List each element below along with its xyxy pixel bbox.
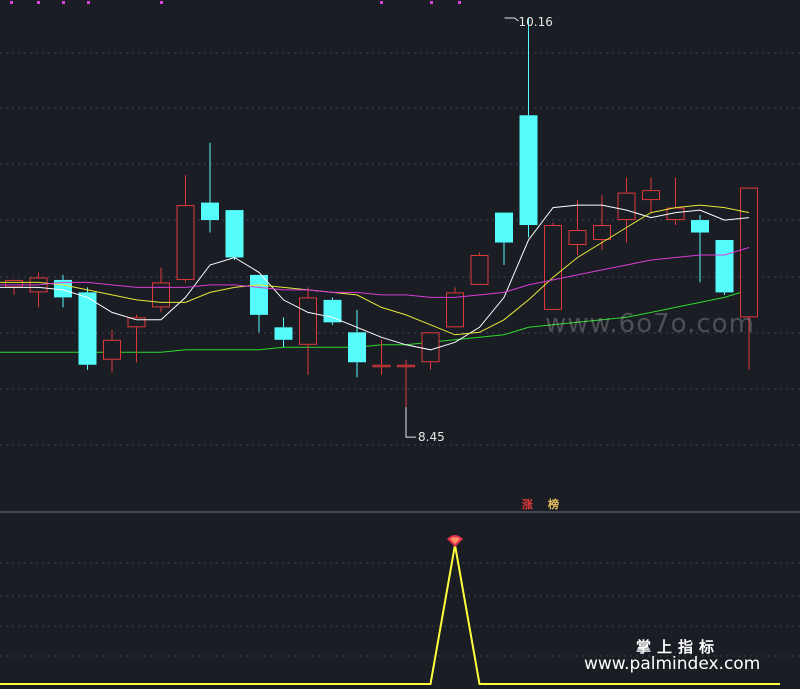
candle <box>201 142 219 233</box>
candle <box>470 252 489 285</box>
top-marker <box>430 1 433 4</box>
candle <box>544 222 562 310</box>
candle-body <box>152 282 170 308</box>
candle <box>274 317 293 348</box>
candle-body <box>127 317 146 328</box>
candle <box>495 212 513 265</box>
candle-body <box>201 202 219 221</box>
candle <box>78 287 97 370</box>
candle-body <box>421 332 440 363</box>
candle <box>421 332 440 370</box>
candle-body <box>348 332 366 363</box>
top-marker <box>10 1 13 4</box>
candle <box>740 187 758 370</box>
top-marker <box>87 1 90 4</box>
candle <box>299 287 317 375</box>
tag-bang: 榜 <box>546 497 560 511</box>
tag-zhang: 涨 <box>520 497 534 511</box>
high-annotation: 10.16 <box>504 15 553 29</box>
candle <box>397 359 415 408</box>
candle-body <box>274 327 293 340</box>
footer-url: www.palmindex.com <box>584 654 760 674</box>
candle <box>519 17 538 238</box>
candle <box>29 272 48 308</box>
top-marker <box>62 1 65 4</box>
candle <box>446 287 464 328</box>
stock-chart: www.6o7o.com 10.16 8.45 涨 榜 掌上指标 www.pal… <box>0 1 800 685</box>
candle <box>152 267 170 313</box>
candle-body <box>176 205 195 280</box>
candle <box>250 274 268 333</box>
candle-body <box>495 212 513 243</box>
top-marker <box>160 1 163 4</box>
candle-body <box>519 115 538 226</box>
candle-layer <box>5 17 758 408</box>
top-marker <box>458 1 461 4</box>
candle <box>715 240 734 295</box>
candle-body <box>250 274 268 315</box>
tag-zhang-text: 涨 <box>522 497 533 511</box>
candle <box>568 200 587 255</box>
candle <box>666 177 685 226</box>
candle <box>691 215 709 283</box>
low-price-label: 8.45 <box>418 430 445 444</box>
top-marker <box>380 1 383 4</box>
candle-body <box>470 254 489 285</box>
high-price-label: 10.16 <box>519 15 553 29</box>
candle <box>642 177 660 213</box>
candle <box>54 274 72 308</box>
top-marker <box>37 1 40 4</box>
candle-body <box>372 364 391 368</box>
tag-bang-text: 榜 <box>548 497 559 511</box>
candle <box>593 195 611 250</box>
candle-body <box>617 192 636 221</box>
ma20-line <box>0 247 750 298</box>
candle-body <box>78 292 97 365</box>
candle-body <box>715 240 734 293</box>
candle-body <box>691 220 709 233</box>
candle <box>176 175 195 283</box>
candle <box>348 309 366 378</box>
candle <box>323 297 342 325</box>
candle-body <box>446 292 464 328</box>
watermark: www.6o7o.com <box>545 309 755 339</box>
candle-body <box>397 364 415 368</box>
candle-body <box>225 210 244 258</box>
candle-body <box>593 225 611 241</box>
candle <box>225 210 244 260</box>
candle-body <box>103 339 121 360</box>
candle-body <box>568 230 587 246</box>
candle <box>103 329 121 373</box>
candle-body <box>642 190 660 201</box>
candle-body <box>740 187 758 318</box>
candle-body <box>323 299 342 323</box>
low-annotation: 8.45 <box>405 407 445 444</box>
candle-body <box>299 297 317 345</box>
candle-body <box>544 225 562 310</box>
candle-body <box>5 279 23 288</box>
candle <box>127 314 146 363</box>
